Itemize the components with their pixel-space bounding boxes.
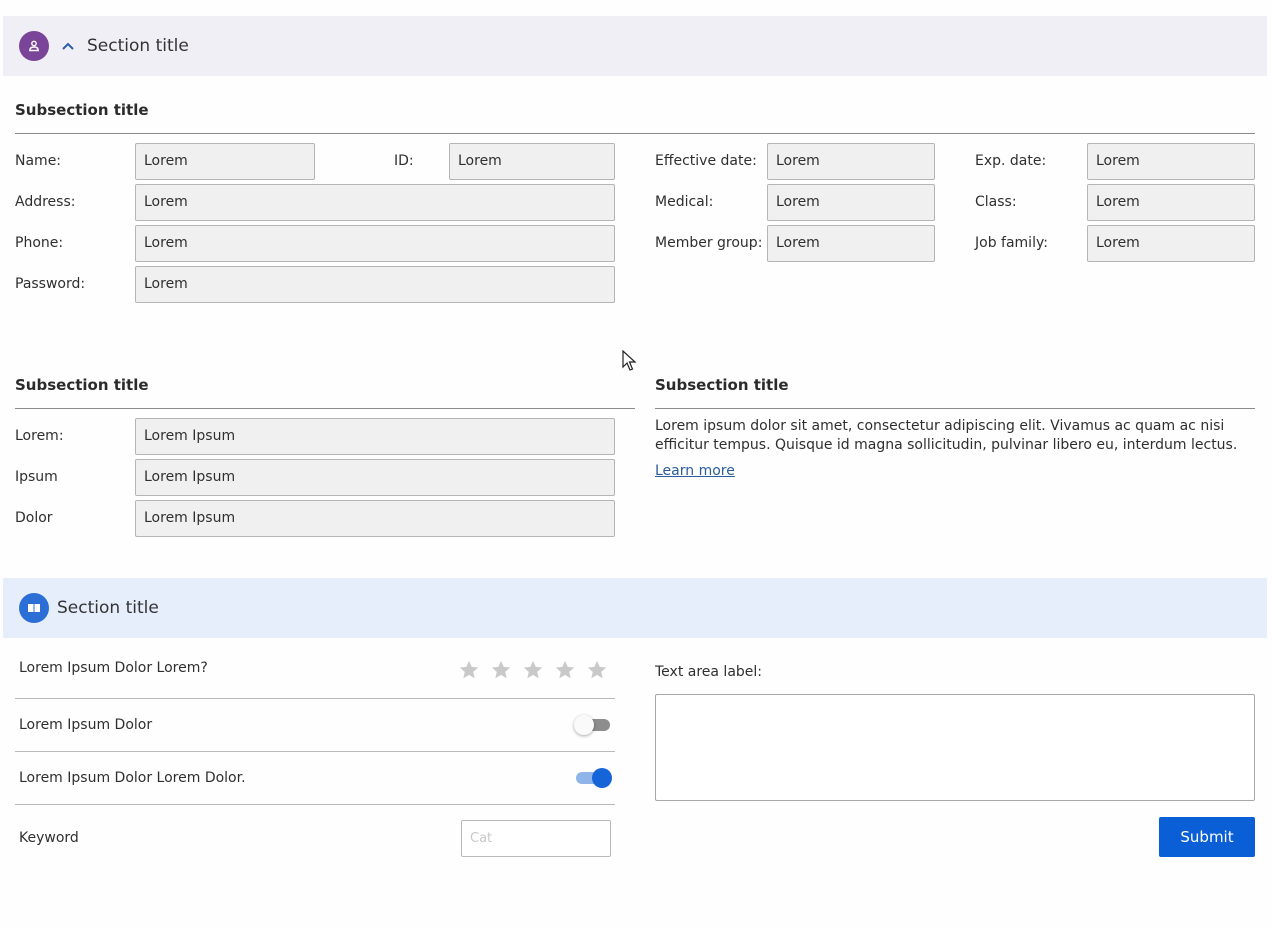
dolor-field[interactable]: Lorem Ipsum [135,500,615,537]
subsection-divider [655,408,1255,409]
id-label: ID: [394,153,414,169]
password-label: Password: [15,276,86,292]
job-family-field[interactable]: Lorem [1087,225,1255,262]
member-group-field[interactable]: Lorem [767,225,935,262]
row-divider [15,751,615,752]
toggle-knob [592,768,612,788]
subsection-divider [15,133,1255,134]
person-icon [19,31,49,61]
address-field[interactable]: Lorem [135,184,615,221]
section-title: Section title [87,36,189,56]
section-title: Section title [57,598,159,618]
description-paragraph: Lorem ipsum dolor sit amet, consectetur … [655,418,1238,453]
toggle-switch-off[interactable] [574,714,612,736]
mouse-cursor-icon [622,350,637,371]
phone-field[interactable]: Lorem [135,225,615,262]
job-family-label: Job family: [975,235,1048,251]
star-rating[interactable] [458,659,608,681]
star-icon[interactable] [586,659,608,681]
class-label: Class: [975,194,1017,210]
toggle-knob [574,715,594,735]
address-label: Address: [15,194,76,210]
medical-field[interactable]: Lorem [767,184,935,221]
subsection-title: Subsection title [15,101,149,119]
phone-label: Phone: [15,235,64,251]
id-field[interactable]: Lorem [449,143,615,180]
effective-date-label: Effective date: [655,153,757,169]
star-icon[interactable] [490,659,512,681]
exp-date-label: Exp. date: [975,153,1047,169]
star-icon[interactable] [458,659,480,681]
lorem-field[interactable]: Lorem Ipsum [135,418,615,455]
row-divider [15,698,615,699]
subsection-title: Subsection title [655,376,789,394]
member-group-label: Member group: [655,235,763,251]
toggle-label: Lorem Ipsum Dolor [19,717,153,733]
ipsum-field[interactable]: Lorem Ipsum [135,459,615,496]
star-icon[interactable] [522,659,544,681]
subsection-divider [15,408,635,409]
dolor-label: Dolor [15,510,53,526]
text-area[interactable] [655,694,1255,801]
row-divider [15,804,615,805]
rating-label: Lorem Ipsum Dolor Lorem? [19,660,208,676]
ipsum-label: Ipsum [15,469,58,485]
subsection-title: Subsection title [15,376,149,394]
lorem-label: Lorem: [15,428,64,444]
keyword-input[interactable] [461,820,611,857]
exp-date-field[interactable]: Lorem [1087,143,1255,180]
submit-button[interactable]: Submit [1159,817,1255,857]
star-icon[interactable] [554,659,576,681]
name-label: Name: [15,153,62,169]
medical-label: Medical: [655,194,714,210]
textarea-label: Text area label: [655,664,763,680]
name-field[interactable]: Lorem [135,143,315,180]
learn-more-link[interactable]: Learn more [655,463,735,479]
section-header-1[interactable]: Section title [3,16,1267,76]
toggle-switch-on[interactable] [574,767,612,789]
book-icon [19,593,49,623]
class-field[interactable]: Lorem [1087,184,1255,221]
effective-date-field[interactable]: Lorem [767,143,935,180]
section-header-2[interactable]: Section title [3,578,1267,638]
toggle-label: Lorem Ipsum Dolor Lorem Dolor. [19,770,246,786]
keyword-label: Keyword [19,830,79,846]
chevron-up-icon[interactable] [61,39,75,53]
password-field[interactable]: Lorem [135,266,615,303]
